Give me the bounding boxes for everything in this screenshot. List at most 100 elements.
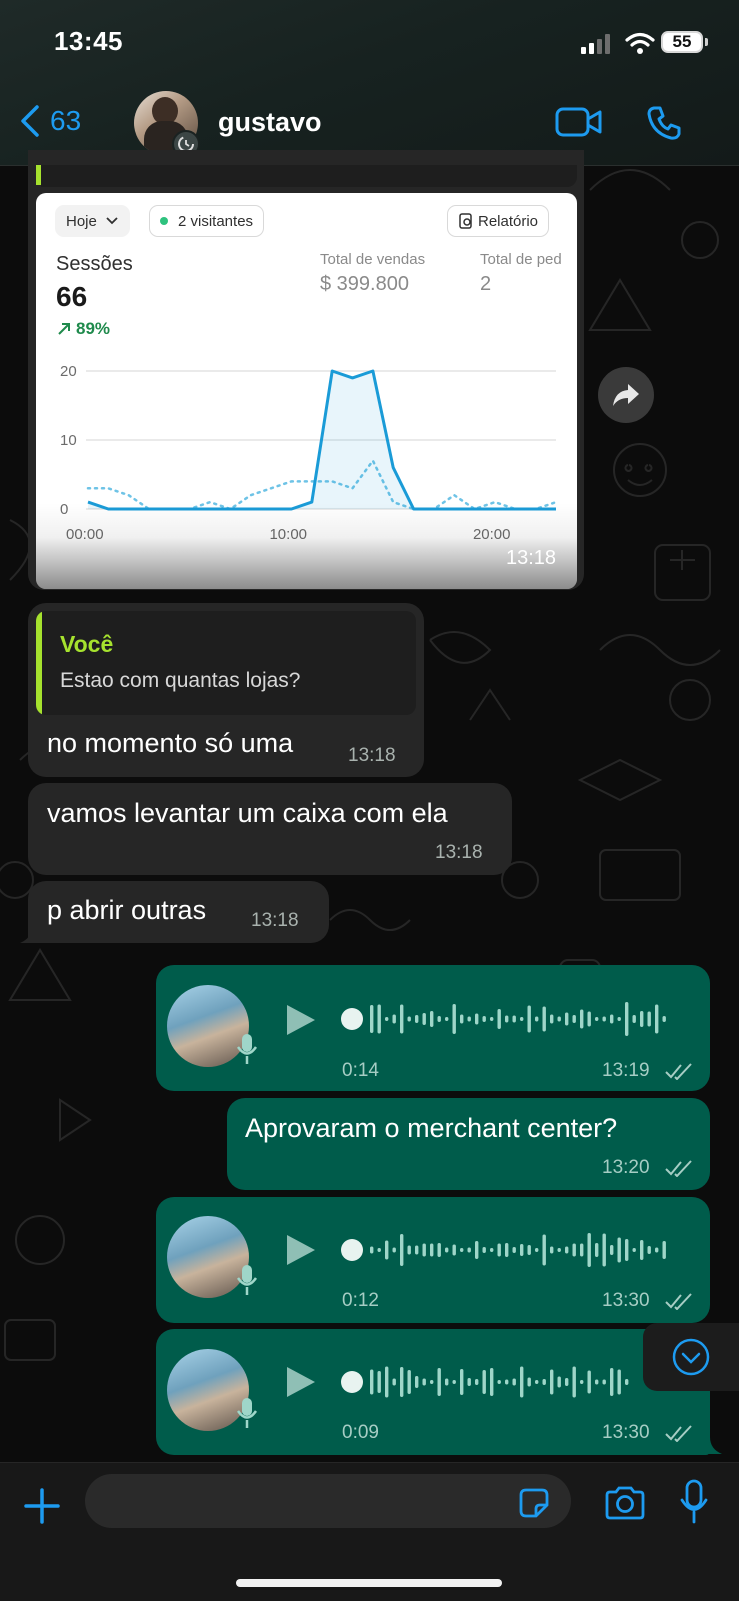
waveform-bar: [445, 1378, 449, 1386]
waveform-bar: [385, 1017, 389, 1021]
waveform-bar: [467, 1378, 471, 1386]
scroll-to-bottom-button[interactable]: [643, 1323, 739, 1391]
waveform-bar: [505, 1015, 509, 1023]
voice-duration: 0:12: [342, 1290, 379, 1311]
message-time: 13:18: [435, 842, 483, 863]
waveform-bar: [617, 1369, 621, 1395]
waveform-bar: [482, 1370, 486, 1394]
playhead-knob[interactable]: [341, 1371, 363, 1393]
waveform-bar: [610, 1368, 614, 1396]
waveform-bar: [497, 1380, 501, 1384]
analytics-screenshot-image[interactable]: Hoje 2 visitantes Relatório Sessões 66 8…: [36, 193, 577, 589]
waveform-bar: [527, 1245, 531, 1255]
quoted-message[interactable]: Você Estao com quantas lojas?: [36, 611, 416, 715]
waveform-bar: [430, 1380, 434, 1384]
waveform-bar: [602, 1379, 606, 1385]
waveform-bar: [482, 1247, 486, 1253]
message-text: p abrir outras: [47, 895, 207, 925]
cellular-signal-icon: [581, 34, 610, 54]
waveform-bar: [520, 1017, 524, 1021]
video-call-icon[interactable]: [555, 106, 603, 138]
waveform-bar: [490, 1017, 494, 1021]
waveform-bar: [370, 1246, 374, 1254]
report-button[interactable]: Relatório: [447, 205, 550, 237]
waveform-bar: [595, 1017, 599, 1021]
audio-waveform[interactable]: [338, 996, 678, 1042]
waveform-bar: [452, 1244, 456, 1256]
visitors-pill[interactable]: 2 visitantes: [149, 205, 265, 237]
waveform-bar: [625, 1239, 629, 1261]
orders-label: Total de ped: [480, 251, 562, 268]
waveform-bar: [437, 1243, 441, 1257]
waveform-bar: [625, 1002, 629, 1036]
message-text: vamos levantar um caixa com ela: [47, 798, 448, 828]
waveform-bar: [475, 1379, 479, 1385]
quoted-author: Você: [60, 631, 114, 657]
audio-waveform[interactable]: [338, 1227, 678, 1273]
waveform-bar: [520, 1244, 524, 1256]
read-ticks-icon: [665, 1293, 692, 1310]
phone-call-icon[interactable]: [646, 105, 682, 141]
play-icon[interactable]: [285, 1365, 317, 1399]
waveform-bar: [392, 1378, 396, 1386]
camera-icon[interactable]: [603, 1485, 647, 1521]
waveform-bar: [662, 1241, 666, 1259]
message-input[interactable]: [85, 1474, 571, 1528]
waveform-bar: [640, 1240, 644, 1260]
waveform-bar: [610, 1245, 614, 1255]
waveform-bar: [407, 1016, 411, 1022]
waveform-bar: [467, 1247, 471, 1253]
waveform-bar: [370, 1369, 374, 1395]
plus-icon[interactable]: [23, 1487, 61, 1525]
back-button[interactable]: 63: [20, 104, 81, 138]
playhead-knob[interactable]: [341, 1008, 363, 1030]
home-indicator: [236, 1579, 502, 1587]
waveform-bar: [385, 1240, 389, 1260]
play-icon[interactable]: [285, 1233, 317, 1267]
waveform-bar: [557, 1248, 561, 1252]
waveform-bar: [377, 1248, 381, 1252]
waveform-bar: [520, 1366, 524, 1398]
waveform-bar: [497, 1009, 501, 1029]
waveform-bar: [437, 1368, 441, 1396]
waveform-bar: [437, 1016, 441, 1022]
date-filter-dropdown[interactable]: Hoje: [55, 205, 130, 237]
message-text: Aprovaram o merchant center?: [245, 1113, 618, 1143]
waveform-bar: [565, 1012, 569, 1026]
waveform-bar: [542, 1006, 546, 1032]
sticker-icon[interactable]: [518, 1487, 550, 1519]
message-time: 13:30: [602, 1290, 650, 1311]
image-timestamp: 13:18: [506, 547, 557, 569]
waveform-bar: [475, 1013, 479, 1025]
battery-tip: [705, 38, 708, 46]
waveform-bar: [557, 1376, 561, 1388]
play-icon[interactable]: [285, 1003, 317, 1037]
contact-name[interactable]: gustavo: [218, 107, 322, 138]
waveform-bar: [400, 1004, 404, 1034]
waveform-bar: [430, 1011, 434, 1027]
chevron-down-circle-icon: [672, 1338, 710, 1376]
waveform-bar: [512, 1015, 516, 1023]
waveform-bar: [625, 1379, 629, 1385]
waveform-bar: [655, 1247, 659, 1253]
waveform-bar: [460, 1369, 464, 1395]
waveform-bar: [535, 1248, 539, 1252]
microphone-icon: [236, 1398, 258, 1428]
waveform-bar: [392, 1014, 396, 1024]
waveform-bar: [542, 1234, 546, 1266]
sales-label: Total de vendas: [320, 251, 426, 268]
waveform-bar: [475, 1241, 479, 1259]
waveform-bar: [385, 1366, 389, 1398]
microphone-icon: [236, 1265, 258, 1295]
waveform-bar: [497, 1243, 501, 1257]
waveform-bar: [512, 1247, 516, 1253]
audio-waveform[interactable]: [338, 1359, 638, 1405]
waveform-bar: [572, 1243, 576, 1257]
waveform-bar: [490, 1248, 494, 1252]
playhead-knob[interactable]: [341, 1239, 363, 1261]
message-time: 13:18: [348, 745, 396, 766]
microphone-record-icon[interactable]: [679, 1479, 709, 1525]
waveform-bar: [587, 1370, 591, 1394]
forward-button[interactable]: [598, 367, 654, 423]
report-label: Relatório: [478, 212, 539, 230]
